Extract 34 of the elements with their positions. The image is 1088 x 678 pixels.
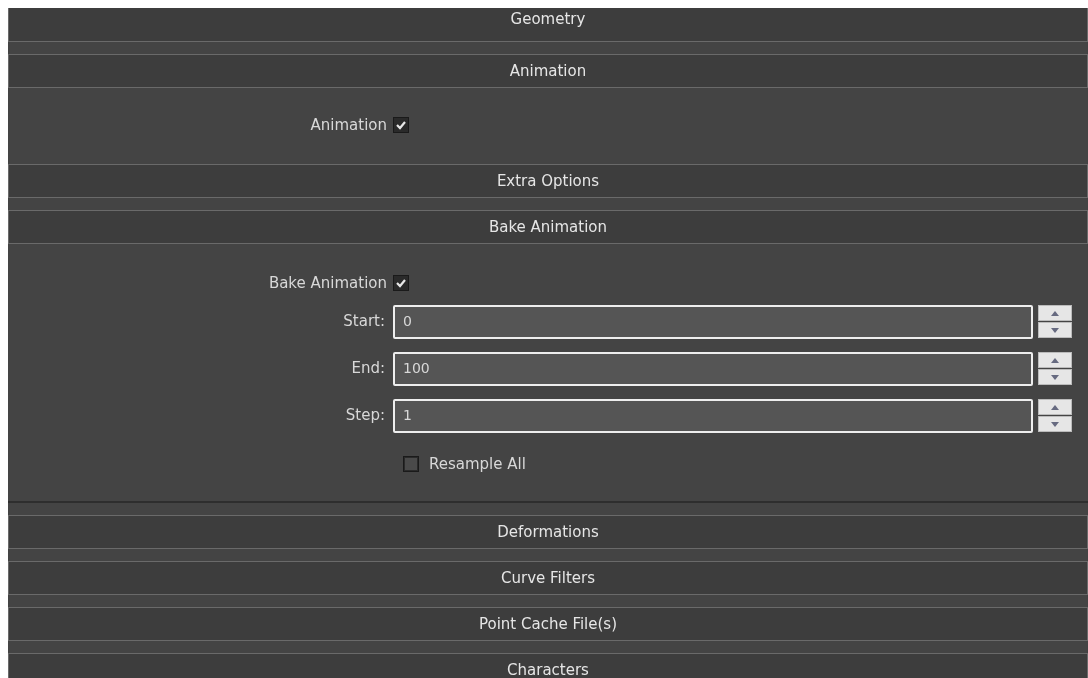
spin-up-button[interactable] (1038, 352, 1072, 368)
number-field[interactable]: 0 (393, 304, 1033, 339)
checkbox-label: Bake Animation (268, 272, 387, 294)
checkbox[interactable] (393, 117, 409, 133)
field-label: Step: (345, 405, 385, 427)
spin-up-button[interactable] (1038, 305, 1072, 321)
spin-up-button[interactable] (1038, 399, 1072, 415)
rollout-header[interactable]: Extra Options (8, 164, 1088, 198)
spin-down-button[interactable] (1038, 322, 1072, 338)
rollout-header[interactable]: Animation (8, 54, 1088, 88)
down-arrow-icon (1051, 327, 1059, 333)
up-arrow-icon (1051, 404, 1059, 410)
rollout-header[interactable]: Curve Filters (8, 561, 1088, 595)
checkbox[interactable] (403, 456, 419, 472)
checkbox[interactable] (393, 275, 409, 291)
rollout-header[interactable]: Characters (8, 653, 1088, 678)
down-arrow-icon (1051, 374, 1059, 380)
rollout-header[interactable]: Geometry (8, 8, 1088, 42)
spin-down-button[interactable] (1038, 416, 1072, 432)
up-arrow-icon (1051, 310, 1059, 316)
field-label: Start: (343, 311, 385, 333)
checkmark-icon (395, 119, 407, 131)
up-arrow-icon (1051, 357, 1059, 363)
number-field[interactable]: 1 (393, 398, 1033, 433)
down-arrow-icon (1051, 421, 1059, 427)
spin-down-button[interactable] (1038, 369, 1072, 385)
rollout-header[interactable]: Point Cache File(s) (8, 607, 1088, 641)
checkbox-label: Animation (310, 114, 387, 136)
checkmark-icon (395, 277, 407, 289)
rollout-header[interactable]: Bake Animation (8, 210, 1088, 244)
rollout-header[interactable]: Deformations (8, 515, 1088, 549)
checkbox-label: Resample All (429, 453, 526, 475)
number-field[interactable]: 100 (393, 351, 1033, 386)
field-label: End: (351, 358, 385, 380)
